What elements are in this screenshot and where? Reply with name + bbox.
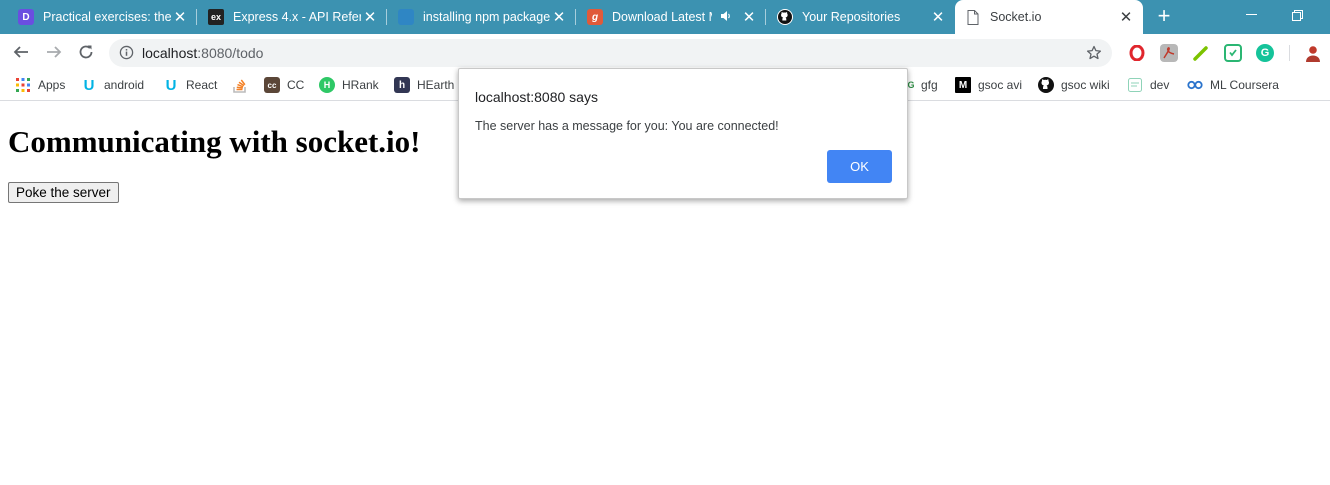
bookmark-label: React — [186, 78, 218, 92]
bookmark-dev[interactable]: dev — [1127, 76, 1169, 94]
medium-icon: M — [955, 77, 971, 93]
tab-divider — [765, 9, 766, 25]
bookmark-react[interactable]: U React — [163, 76, 218, 94]
tab-title: Your Repositories — [802, 10, 901, 24]
close-tab-icon[interactable]: ✕ — [929, 8, 947, 26]
tab-express-api[interactable]: ex Express 4.x - API Refere ✕ — [198, 0, 387, 34]
github-icon — [777, 9, 793, 25]
toolbar-divider — [1289, 45, 1290, 61]
page-icon — [1127, 77, 1143, 93]
url-text[interactable]: localhost:8080/todo — [142, 45, 263, 61]
bookmark-label: gsoc avi — [978, 78, 1023, 92]
stackoverflow-icon — [232, 77, 248, 93]
tab-title: Download Latest M — [612, 10, 712, 24]
bookmark-stackoverflow[interactable] — [232, 76, 255, 94]
bookmark-label: HEarth — [417, 78, 455, 92]
close-tab-icon[interactable]: ✕ — [550, 8, 568, 26]
bookmark-android[interactable]: U android — [81, 76, 144, 94]
coursera-icon — [1187, 77, 1203, 93]
close-tab-icon[interactable]: ✕ — [740, 8, 758, 26]
bookmark-gfg[interactable]: G gfg — [905, 76, 938, 94]
url-host: localhost — [142, 45, 198, 61]
info-icon[interactable] — [119, 45, 134, 60]
forward-button[interactable] — [42, 40, 66, 64]
tab-strip: D Practical exercises: the U ✕ ex Expres… — [0, 0, 1330, 34]
back-button[interactable] — [9, 40, 33, 64]
bookmark-label: gsoc wiki — [1061, 78, 1110, 92]
bookmark-label: HRank — [342, 78, 379, 92]
opera-extension-icon[interactable] — [1128, 44, 1146, 62]
bookmark-label: gfg — [921, 78, 938, 92]
tab-your-repositories[interactable]: Your Repositories ✕ — [767, 0, 955, 34]
avatar[interactable] — [1304, 44, 1322, 62]
bookmark-label: CC — [287, 78, 305, 92]
bookmark-gsoc-avi[interactable]: M gsoc avi — [955, 76, 1022, 94]
tab-divider — [575, 9, 576, 25]
bookmark-label: ML Coursera — [1210, 78, 1279, 92]
reload-icon — [79, 45, 93, 59]
hackerrank-icon: H — [319, 77, 335, 93]
d-logo-icon: D — [18, 9, 34, 25]
bookmark-label: android — [104, 78, 145, 92]
page-icon — [965, 9, 981, 25]
codechef-icon: cc — [264, 77, 280, 93]
bookmark-gsoc-wiki[interactable]: gsoc wiki — [1038, 76, 1110, 94]
apps-grid-icon — [15, 77, 31, 93]
bookmark-cc[interactable]: cc CC — [264, 76, 304, 94]
close-tab-icon[interactable]: ✕ — [1117, 8, 1135, 26]
new-tab-button[interactable]: + — [1153, 5, 1175, 28]
reload-button[interactable] — [74, 40, 98, 64]
alert-dialog: localhost:8080 says The server has a mes… — [458, 68, 908, 199]
tab-socket-io[interactable]: Socket.io ✕ — [955, 0, 1143, 34]
tab-divider — [196, 9, 197, 25]
tab-download-latest[interactable]: g Download Latest M ✕ — [577, 0, 766, 34]
tab-title: Express 4.x - API Refere — [233, 10, 361, 24]
address-bar[interactable]: localhost:8080/todo — [109, 39, 1112, 67]
bookmark-star-icon[interactable] — [1086, 45, 1102, 61]
notes-extension-icon[interactable] — [1224, 44, 1242, 62]
hackerearth-icon: h — [394, 77, 410, 93]
restore-window-button[interactable] — [1274, 0, 1320, 30]
tab-installing-npm[interactable]: installing npm package ✕ — [388, 0, 576, 34]
blue-page-icon — [398, 9, 414, 25]
bookmark-label: Apps — [38, 78, 66, 92]
tab-title: Socket.io — [990, 10, 1042, 24]
express-icon: ex — [208, 9, 224, 25]
pdf-extension-icon[interactable] — [1160, 44, 1178, 62]
github-icon — [1038, 77, 1054, 93]
tab-practical-exercises[interactable]: D Practical exercises: the U ✕ — [8, 0, 197, 34]
tab-divider — [386, 9, 387, 25]
dialog-title: localhost:8080 says — [475, 89, 598, 105]
ok-button[interactable]: OK — [827, 150, 892, 183]
grammarly-extension-icon[interactable]: G — [1256, 44, 1274, 62]
pencil-extension-icon[interactable] — [1192, 44, 1210, 62]
back-arrow-icon — [13, 46, 28, 58]
g-logo-icon: g — [587, 9, 603, 25]
close-tab-icon[interactable]: ✕ — [361, 8, 379, 26]
u-logo-icon: U — [165, 76, 177, 94]
forward-arrow-icon — [47, 46, 62, 58]
bookmark-apps[interactable]: Apps — [15, 76, 65, 94]
minimize-window-button[interactable] — [1228, 0, 1274, 30]
speaker-icon[interactable] — [720, 10, 732, 25]
bookmark-hrank[interactable]: H HRank — [319, 76, 379, 94]
bookmark-hearth[interactable]: h HEarth — [394, 76, 454, 94]
tab-title: Practical exercises: the U — [43, 10, 171, 24]
dialog-message: The server has a message for you: You ar… — [475, 119, 779, 133]
bookmark-label: dev — [1150, 78, 1170, 92]
page-title: Communicating with socket.io! — [8, 124, 421, 159]
u-logo-icon: U — [83, 76, 95, 94]
url-path: :8080/todo — [197, 45, 264, 61]
close-tab-icon[interactable]: ✕ — [171, 8, 189, 26]
bookmark-ml-coursera[interactable]: ML Coursera — [1187, 76, 1279, 94]
browser-toolbar: localhost:8080/todo G — [0, 34, 1330, 70]
poke-server-button[interactable]: Poke the server — [8, 182, 119, 203]
tab-title: installing npm package — [423, 10, 550, 24]
